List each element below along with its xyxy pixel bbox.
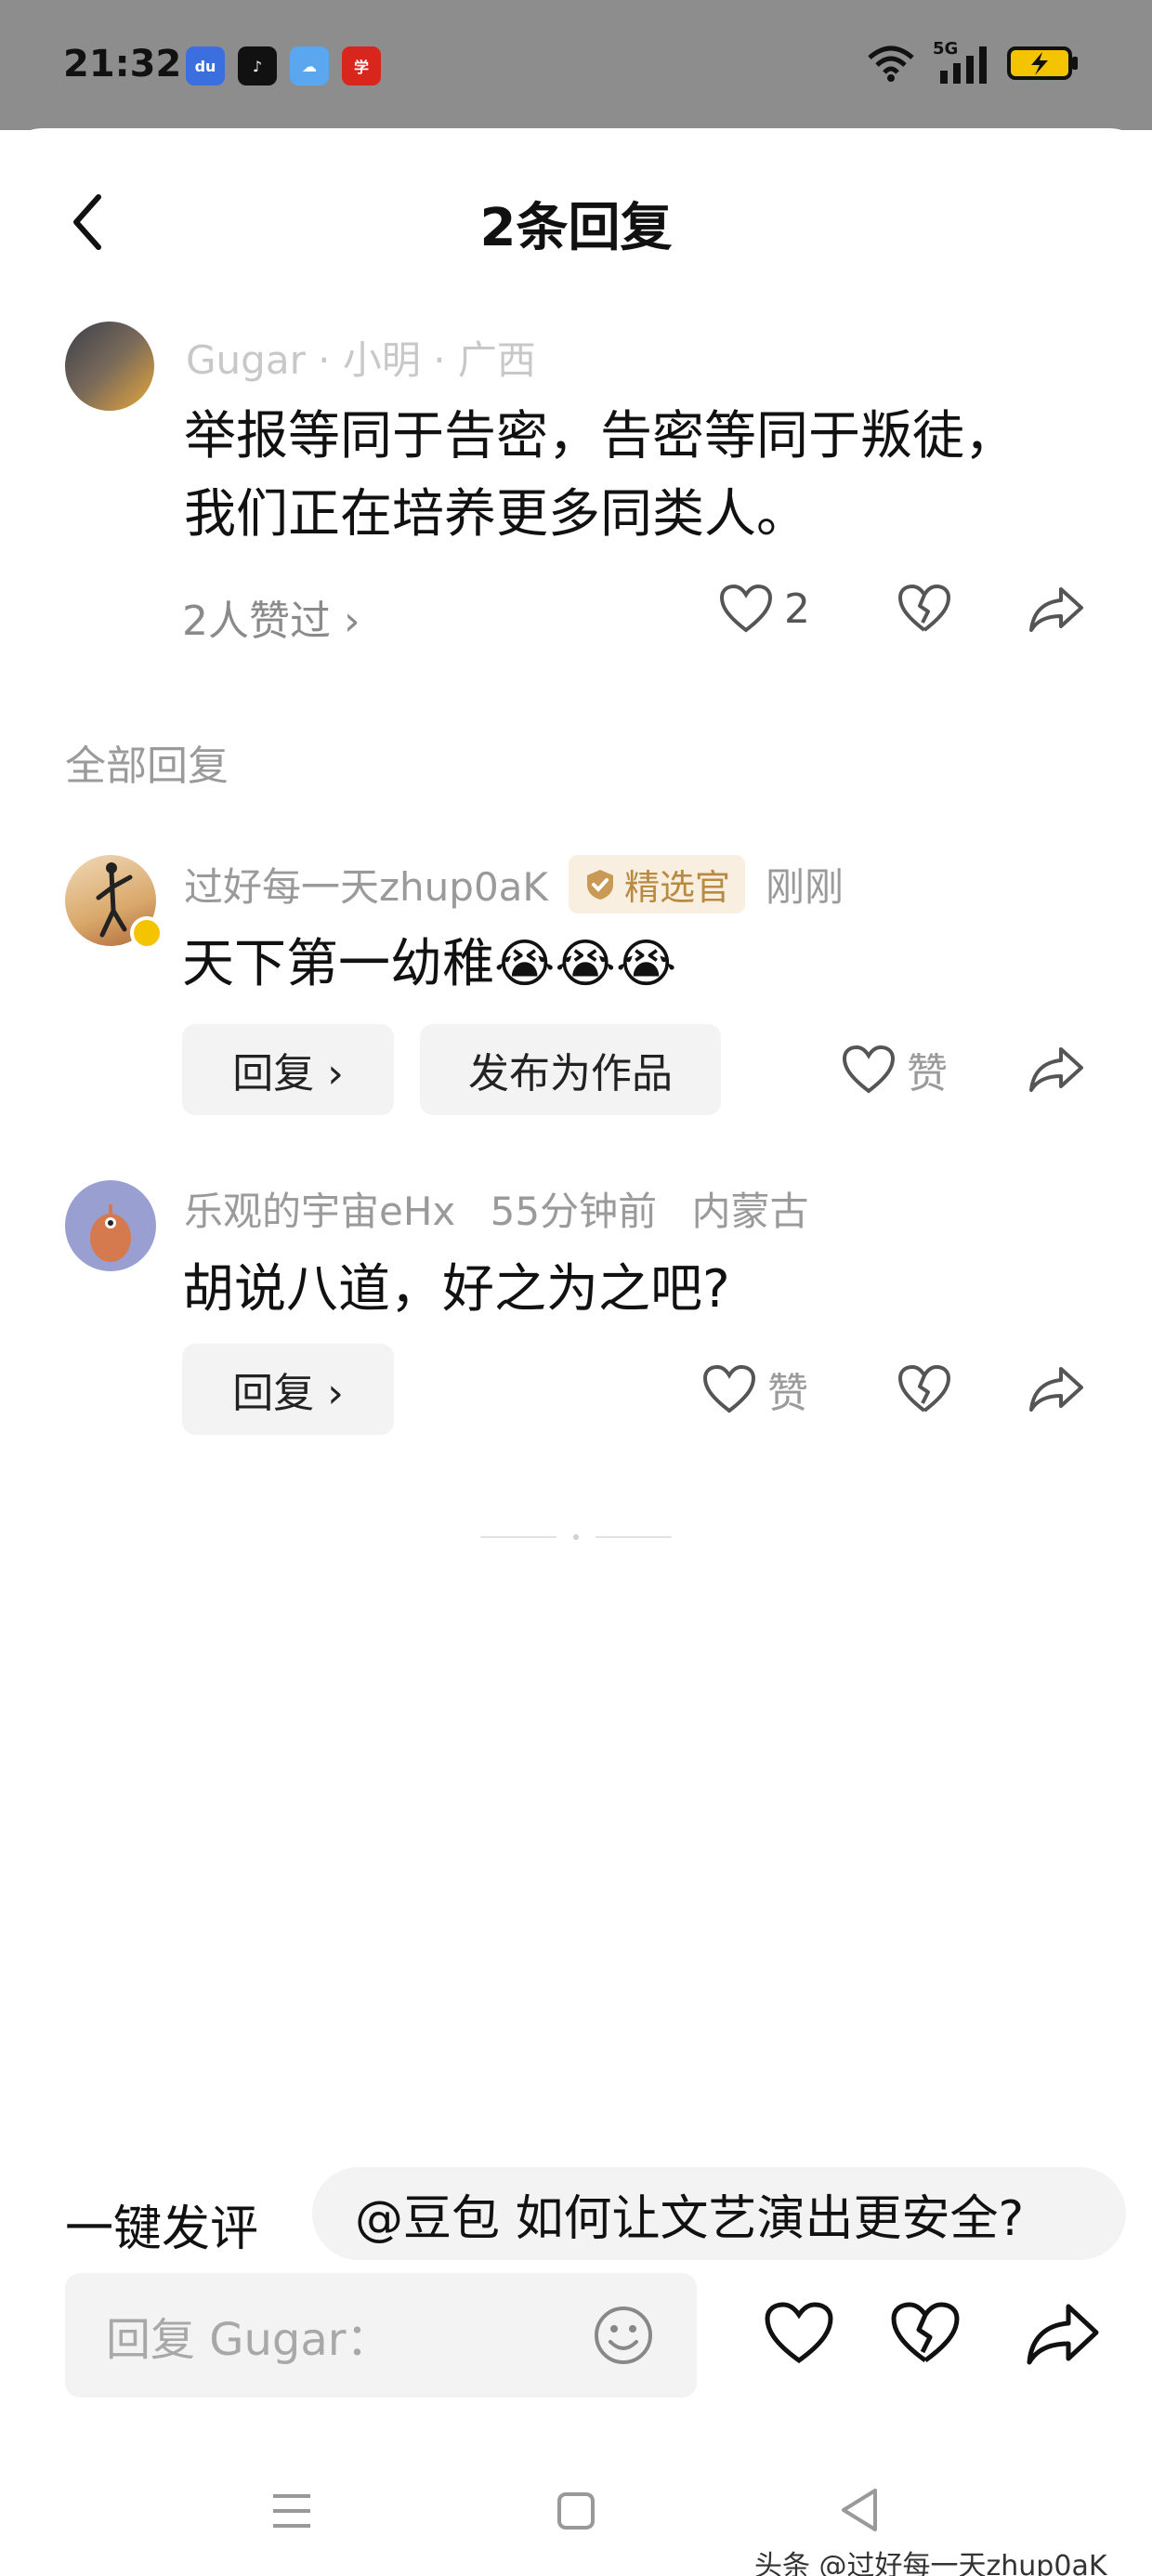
signal-icon: 5G xyxy=(933,39,990,84)
avatar[interactable] xyxy=(65,322,154,411)
weather-app-icon: ☁ xyxy=(290,46,329,85)
replies-sheet: 2条回复 Gugar · 小明 · 广西 举报等同于告密，告密等同于叛徒，我们正… xyxy=(0,128,1152,2576)
section-label: 全部回复 xyxy=(65,743,229,790)
like-label: 赞 xyxy=(767,1370,808,1417)
status-app-icons: du ♪ ☁ 学 xyxy=(186,46,381,85)
broken-heart-icon xyxy=(891,2302,960,2363)
heart-icon xyxy=(765,2302,833,2364)
reply-button[interactable]: 回复 › xyxy=(182,1024,394,1115)
reply-meta: 乐观的宇宙eHx 55分钟前 内蒙古 xyxy=(184,1180,808,1237)
like-button[interactable]: 2 xyxy=(719,584,810,634)
comment-text: 举报等同于告密，告密等同于叛徒，我们正在培养更多同类人。 xyxy=(184,406,1016,545)
page-title: 2条回复 xyxy=(479,198,673,258)
like-button[interactable]: 赞 xyxy=(842,1024,948,1115)
share-button[interactable] xyxy=(1028,585,1085,634)
emoji-icon xyxy=(595,2307,652,2364)
publish-as-post-button[interactable]: 发布为作品 xyxy=(420,1024,721,1115)
share-icon xyxy=(1027,2304,1099,2365)
comment-author[interactable]: Gugar · 小明 · 广西 xyxy=(186,329,536,386)
reply-author[interactable]: 乐观的宇宙eHx xyxy=(184,1189,455,1234)
back-nav-button[interactable] xyxy=(838,2487,881,2537)
watermark: 头条 @过好每一天zhup0aK xyxy=(754,2550,1107,2576)
reply-time: 55分钟前 xyxy=(490,1189,658,1234)
heart-icon xyxy=(842,1045,896,1094)
broken-heart-icon xyxy=(898,585,950,632)
dislike-button[interactable] xyxy=(897,1344,951,1435)
quick-comment-label: 一键发评 xyxy=(65,2201,259,2257)
verified-badge-icon xyxy=(130,916,164,950)
like-button[interactable] xyxy=(764,2301,834,2370)
reply-button[interactable]: 回复 › xyxy=(182,1344,394,1435)
share-icon xyxy=(1029,1047,1083,1092)
reply-meta: 过好每一天zhup0aK 精选官 刚刚 xyxy=(184,855,844,913)
end-divider xyxy=(474,1533,678,1541)
badge-label: 精选官 xyxy=(623,867,730,908)
status-right: 5G xyxy=(866,39,1080,84)
likes-summary-link[interactable]: 2人赞过 › xyxy=(182,587,360,647)
reply-button-label: 回复 › xyxy=(232,1370,344,1417)
baidu-app-icon: du xyxy=(186,46,225,85)
share-icon xyxy=(1029,587,1083,632)
share-button[interactable] xyxy=(1028,1024,1085,1115)
reply-author[interactable]: 过好每一天zhup0aK xyxy=(184,856,548,913)
share-button[interactable] xyxy=(1026,2303,1100,2370)
square-icon xyxy=(557,2492,595,2530)
header: 2条回复 xyxy=(0,128,1152,314)
menu-icon xyxy=(273,2494,310,2528)
wifi-icon xyxy=(868,46,914,82)
reply-text: 胡说八道，好之为之吧? xyxy=(182,1259,730,1320)
home-nav-button[interactable] xyxy=(556,2491,596,2535)
reply-placeholder: 回复 Gugar： xyxy=(106,2314,391,2366)
reply-input[interactable]: 回复 Gugar： xyxy=(65,2273,697,2398)
tiktok-app-icon: ♪ xyxy=(238,46,277,85)
curator-badge: 精选官 xyxy=(568,855,745,913)
dislike-button[interactable] xyxy=(890,2301,961,2370)
avatar[interactable] xyxy=(65,1180,156,1271)
check-badge-icon xyxy=(586,869,613,900)
reply-text: 天下第一幼稚😭😭😭 xyxy=(182,934,677,994)
heart-icon xyxy=(702,1364,756,1413)
avatar-creature-icon xyxy=(90,1204,131,1262)
dislike-button[interactable] xyxy=(897,584,951,634)
like-label: 赞 xyxy=(907,1050,948,1097)
battery-icon xyxy=(1007,46,1078,80)
broken-heart-icon xyxy=(898,1365,950,1413)
menu-nav-button[interactable] xyxy=(269,2491,314,2535)
like-button[interactable]: 赞 xyxy=(702,1344,808,1435)
publish-button-label: 发布为作品 xyxy=(468,1050,673,1097)
status-time: 21:32 xyxy=(63,43,182,85)
heart-icon xyxy=(719,584,773,633)
triangle-back-icon xyxy=(842,2489,877,2531)
reply-button-label: 回复 › xyxy=(232,1050,344,1097)
reply-time: 刚刚 xyxy=(765,864,844,910)
status-bar: 21:32 du ♪ ☁ 学 5G xyxy=(0,0,1152,130)
network-label: 5G xyxy=(933,39,959,59)
share-button[interactable] xyxy=(1028,1344,1085,1435)
like-count: 2 xyxy=(784,585,810,633)
xuexi-app-icon: 学 xyxy=(342,46,381,85)
share-icon xyxy=(1029,1367,1083,1412)
likes-summary: 2人赞过 › xyxy=(182,598,360,645)
emoji-button[interactable] xyxy=(593,2305,654,2377)
reply-location: 内蒙古 xyxy=(691,1189,809,1234)
quick-comment-suggestion[interactable]: @豆包 如何让文艺演出更安全? xyxy=(312,2167,1126,2260)
